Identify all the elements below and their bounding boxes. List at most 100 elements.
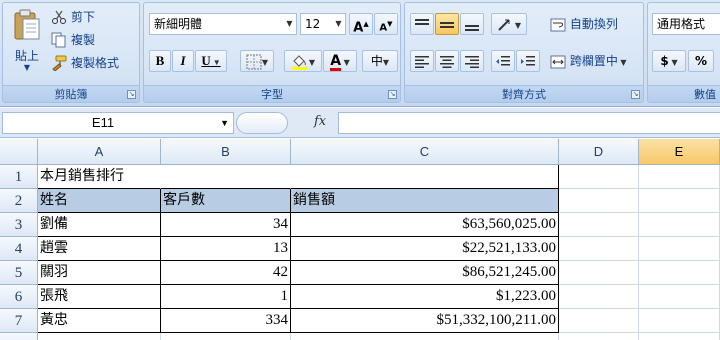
cell-b4[interactable]: 13 [161, 237, 291, 261]
cell-c8[interactable] [291, 333, 559, 340]
cell-a1[interactable]: 本月銷售排行 [38, 165, 161, 189]
formula-bar-splitter[interactable] [236, 112, 288, 134]
chevron-down-icon[interactable]: ▼ [283, 14, 296, 34]
percent-button[interactable]: % [688, 50, 714, 72]
insert-function-button[interactable]: fx [314, 114, 326, 129]
align-left-button[interactable] [410, 50, 434, 72]
cell-a7[interactable]: 黃忠 [38, 309, 161, 333]
cell-c3[interactable]: $63,560,025.00 [291, 213, 559, 237]
bold-button[interactable]: B [149, 50, 171, 72]
paste-button[interactable]: 貼上 ▼ [9, 7, 45, 77]
italic-button[interactable]: I [172, 50, 194, 72]
cell-b6[interactable]: 1 [161, 285, 291, 309]
align-bottom-button[interactable] [460, 13, 484, 35]
copy-button[interactable]: 複製 [51, 30, 95, 49]
fill-color-swatch [291, 66, 308, 70]
cell-c5[interactable]: $86,521,245.00 [291, 261, 559, 285]
chevron-down-icon[interactable]: ▼ [220, 113, 229, 133]
cell-d6[interactable] [559, 285, 639, 309]
cell-a4[interactable]: 趙雲 [38, 237, 161, 261]
cell-c1[interactable] [291, 165, 559, 189]
wrap-text-button[interactable]: 自動換列 [545, 13, 641, 35]
cell-a3[interactable]: 劉備 [38, 213, 161, 237]
font-group-label: 字型 [144, 85, 400, 102]
row-header[interactable] [0, 333, 38, 340]
cut-button[interactable]: 剪下 [51, 7, 95, 26]
underline-button[interactable]: U ▼ [195, 50, 227, 72]
row-header[interactable]: 4 [0, 237, 38, 261]
cell-e7[interactable] [639, 309, 720, 333]
column-header-e[interactable]: E [639, 139, 720, 165]
cell-b2[interactable]: 客戶數 [161, 189, 291, 213]
row-header[interactable]: 5 [0, 261, 38, 285]
cell-b7[interactable]: 334 [161, 309, 291, 333]
row-header[interactable]: 2 [0, 189, 38, 213]
cell-c4[interactable]: $22,521,133.00 [291, 237, 559, 261]
borders-button[interactable]: ▼ [240, 50, 274, 72]
phonetic-button[interactable]: 中▼ [362, 50, 398, 72]
decrease-indent-button[interactable] [491, 50, 515, 72]
row-header[interactable]: 1 [0, 165, 38, 189]
cell-e6[interactable] [639, 285, 720, 309]
align-center-button[interactable] [435, 50, 459, 72]
chevron-down-icon[interactable]: ▼ [332, 14, 345, 34]
cell-d4[interactable] [559, 237, 639, 261]
cell-e8[interactable] [639, 333, 720, 340]
cell-d2[interactable] [559, 189, 639, 213]
number-group-label-text: 數值 [694, 88, 716, 101]
orientation-button[interactable]: ▼ [491, 13, 527, 35]
cell-c2[interactable]: 銷售額 [291, 189, 559, 213]
align-middle-button[interactable] [435, 13, 459, 35]
cell-e3[interactable] [639, 213, 720, 237]
grow-font-button[interactable]: A▲ [349, 13, 373, 35]
fill-color-button[interactable]: ▼ [284, 50, 322, 72]
number-format-combo[interactable]: 通用格式 [652, 13, 720, 35]
select-all-corner[interactable] [0, 139, 38, 165]
row-header[interactable]: 6 [0, 285, 38, 309]
paste-dropdown-icon[interactable]: ▼ [9, 63, 45, 72]
font-launcher-icon[interactable]: ↘ [388, 90, 397, 99]
cell-d7[interactable] [559, 309, 639, 333]
cell-c7[interactable]: $51,332,100,211.00 [291, 309, 559, 333]
paste-label: 貼上 [14, 49, 39, 63]
format-painter-button[interactable]: 複製格式 [51, 53, 119, 72]
alignment-launcher-icon[interactable]: ↘ [631, 90, 640, 99]
cell-b8[interactable] [161, 333, 291, 340]
cell-b3[interactable]: 34 [161, 213, 291, 237]
cell-d5[interactable] [559, 261, 639, 285]
cell-e2[interactable] [639, 189, 720, 213]
font-size-combo[interactable]: 12 ▼ [300, 13, 346, 35]
cell-e1[interactable] [639, 165, 720, 189]
column-header-b[interactable]: B [161, 139, 291, 165]
merge-center-button[interactable]: 跨欄置中 ▼ [545, 50, 641, 72]
row-header[interactable]: 7 [0, 309, 38, 333]
shrink-font-button[interactable]: A▼ [374, 13, 398, 35]
cell-d3[interactable] [559, 213, 639, 237]
column-header-c[interactable]: C [291, 139, 559, 165]
increase-indent-button[interactable] [516, 50, 540, 72]
cell-c6[interactable]: $1,223.00 [291, 285, 559, 309]
cell-a8[interactable] [38, 333, 161, 340]
column-header-d[interactable]: D [559, 139, 639, 165]
row-header[interactable]: 3 [0, 213, 38, 237]
wrap-text-icon [550, 18, 566, 31]
number-group-label: 數值 [648, 85, 720, 102]
column-header-a[interactable]: A [38, 139, 161, 165]
name-box[interactable]: E11 ▼ [2, 112, 234, 134]
formula-input[interactable] [338, 112, 720, 134]
currency-button[interactable]: $ ▼ [652, 50, 686, 72]
cell-a2[interactable]: 姓名 [38, 189, 161, 213]
cell-a6[interactable]: 張飛 [38, 285, 161, 309]
cell-d1[interactable] [559, 165, 639, 189]
cell-b1[interactable] [161, 165, 291, 189]
cell-e5[interactable] [639, 261, 720, 285]
cell-d8[interactable] [559, 333, 639, 340]
cell-a5[interactable]: 關羽 [38, 261, 161, 285]
font-name-combo[interactable]: 新細明體 ▼ [149, 13, 297, 35]
cell-e4[interactable] [639, 237, 720, 261]
cell-b5[interactable]: 42 [161, 261, 291, 285]
font-color-button[interactable]: A ▼ [323, 50, 357, 72]
align-right-button[interactable] [460, 50, 484, 72]
align-top-button[interactable] [410, 13, 434, 35]
clipboard-launcher-icon[interactable]: ↘ [127, 90, 136, 99]
